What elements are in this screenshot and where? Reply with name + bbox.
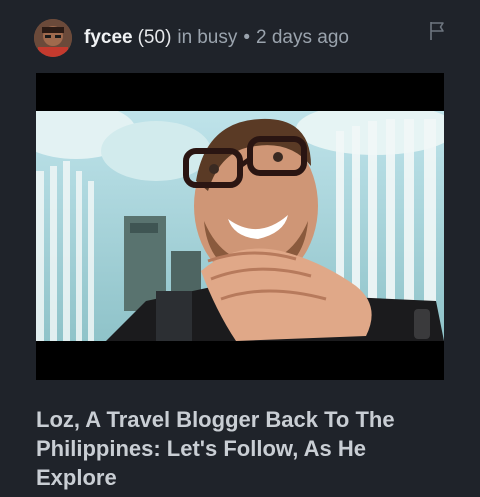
flag-icon[interactable] bbox=[428, 20, 446, 42]
community-link[interactable]: busy bbox=[197, 27, 237, 49]
avatar-image bbox=[34, 19, 72, 57]
post-time[interactable]: 2 days ago bbox=[256, 27, 349, 49]
post-header: fycee (50) in busy • 2 days ago bbox=[34, 18, 446, 58]
author-line: fycee (50) in busy • 2 days ago bbox=[84, 27, 349, 49]
author-name[interactable]: fycee bbox=[84, 27, 133, 49]
avatar[interactable] bbox=[34, 19, 72, 57]
separator: • bbox=[243, 27, 250, 48]
video-frame-image bbox=[36, 111, 444, 341]
post-title[interactable]: Loz, A Travel Blogger Back To The Philip… bbox=[36, 405, 446, 492]
post-thumbnail[interactable] bbox=[36, 73, 444, 380]
in-label: in bbox=[177, 27, 193, 48]
author-reputation: (50) bbox=[137, 27, 172, 48]
